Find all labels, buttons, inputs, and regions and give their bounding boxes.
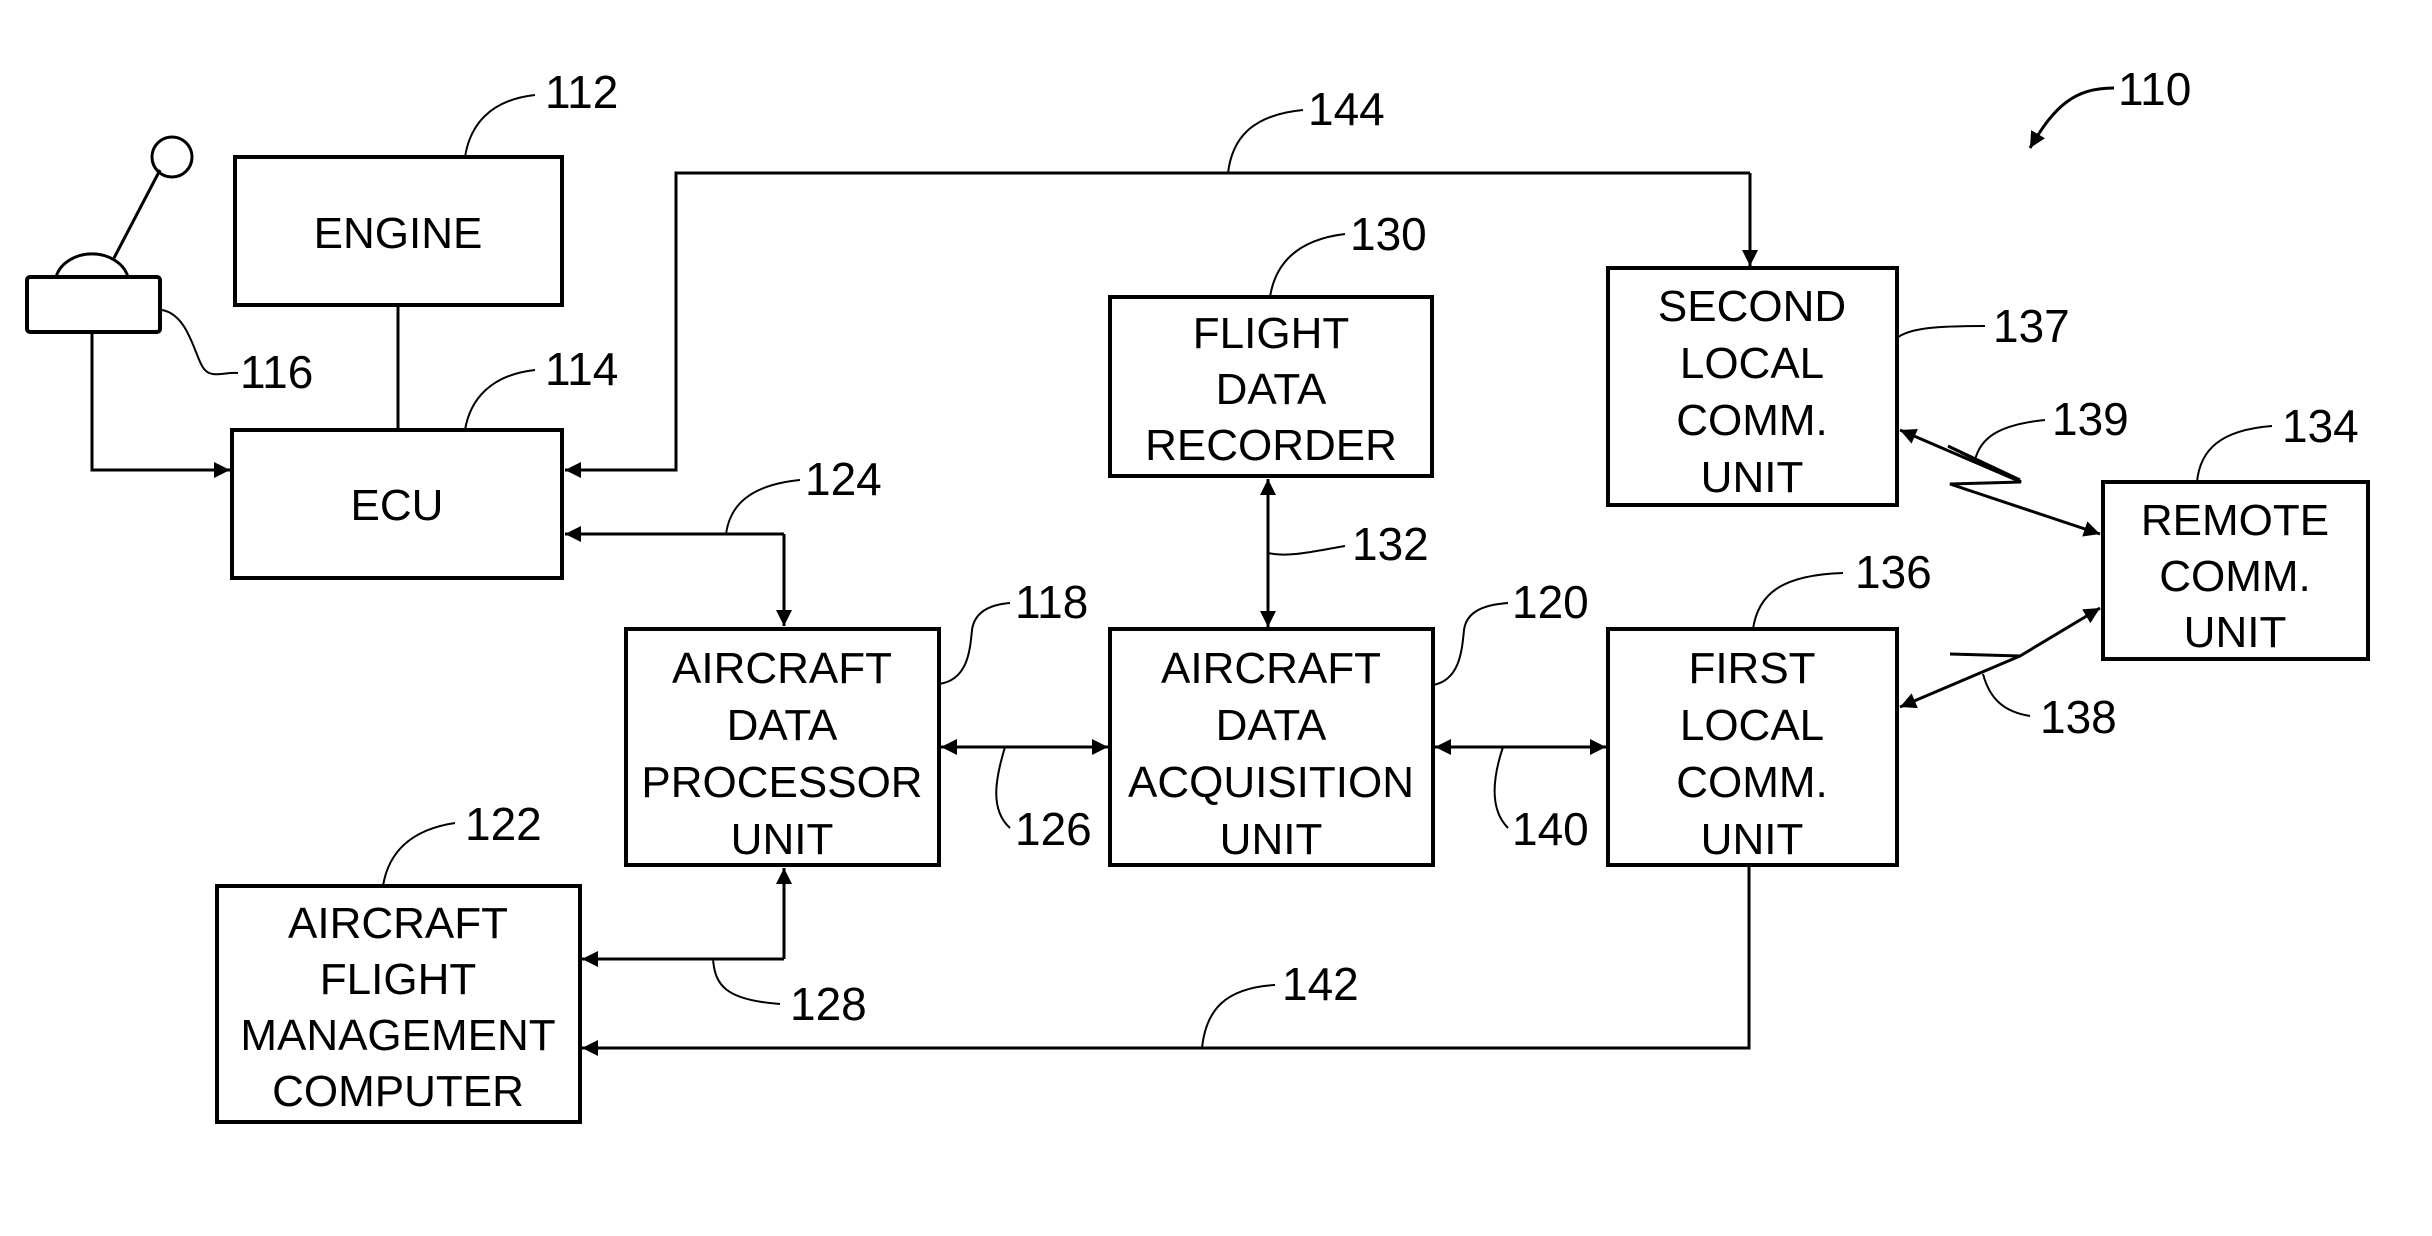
- first-local-label-3: COMM.: [1676, 758, 1828, 807]
- ada-label-3: ACQUISITION: [1128, 758, 1414, 807]
- throttle-lever: [25, 135, 194, 334]
- afmc-label-3: MANAGEMENT: [240, 1011, 555, 1060]
- afmc-label-2: FLIGHT: [320, 955, 476, 1004]
- ada-label-2: DATA: [1216, 701, 1327, 750]
- ada-label-1: AIRCRAFT: [1161, 644, 1381, 693]
- ref-110: 110: [2118, 63, 2191, 115]
- afmc-label-1: AIRCRAFT: [288, 899, 508, 948]
- throttle-knob: [150, 135, 194, 179]
- leader-142: [1201, 984, 1276, 1049]
- afmc-label-4: COMPUTER: [272, 1067, 524, 1116]
- throttle-base: [25, 275, 162, 334]
- leader-112: [464, 94, 536, 158]
- ref-136: 136: [1855, 546, 1932, 598]
- leader-137: [1896, 325, 1986, 339]
- fdr-label-3: RECORDER: [1145, 421, 1397, 470]
- ada-block: AIRCRAFT DATA ACQUISITION UNIT: [1108, 627, 1435, 867]
- leader-136: [1752, 572, 1844, 630]
- leader-134: [2196, 425, 2273, 483]
- remote-label-2: COMM.: [2159, 552, 2311, 601]
- ref-139: 139: [2052, 393, 2129, 445]
- leader-116: [161, 309, 239, 376]
- afmc-block: AIRCRAFT FLIGHT MANAGEMENT COMPUTER: [215, 884, 582, 1124]
- first-local-label-4: UNIT: [1701, 815, 1804, 864]
- ref-134: 134: [2282, 400, 2359, 452]
- ref-130: 130: [1350, 208, 1427, 260]
- adp-label-4: UNIT: [731, 815, 834, 864]
- second-local-block: SECOND LOCAL COMM. UNIT: [1606, 266, 1899, 507]
- throttle-stick: [112, 169, 162, 259]
- engine-block: ENGINE: [233, 155, 564, 307]
- throttle-dome: [54, 252, 130, 278]
- leader-124: [725, 479, 801, 535]
- leader-114: [464, 369, 536, 431]
- ref-118: 118: [1015, 576, 1088, 628]
- ref-128: 128: [790, 978, 867, 1030]
- engine-label: ENGINE: [314, 209, 483, 258]
- ref-116: 116: [240, 346, 313, 398]
- first-local-block: FIRST LOCAL COMM. UNIT: [1606, 627, 1899, 867]
- remote-block: REMOTE COMM. UNIT: [2101, 480, 2370, 661]
- leader-118: [938, 602, 1011, 685]
- ref-138: 138: [2040, 691, 2117, 743]
- figure-ref-arrow: [2028, 86, 2115, 149]
- ecu-label: ECU: [351, 481, 444, 530]
- link-142: [582, 865, 1751, 1056]
- leader-128: [712, 958, 781, 1005]
- ref-126: 126: [1015, 803, 1092, 855]
- remote-label-3: UNIT: [2184, 608, 2287, 657]
- adp-label-3: PROCESSOR: [641, 758, 922, 807]
- throttle-to-ecu-line: [90, 332, 230, 478]
- wireless-link-139: [1899, 428, 2101, 537]
- ada-label-4: UNIT: [1220, 815, 1323, 864]
- ref-144: 144: [1308, 83, 1385, 135]
- leader-140: [1493, 746, 1509, 829]
- ref-120: 120: [1512, 576, 1589, 628]
- leader-144: [1227, 109, 1304, 174]
- leader-120: [1432, 602, 1509, 686]
- second-local-label-1: SECOND: [1658, 282, 1846, 331]
- second-local-label-2: LOCAL: [1680, 339, 1824, 388]
- ref-137: 137: [1993, 300, 2070, 352]
- leader-130: [1269, 233, 1346, 298]
- second-local-label-3: COMM.: [1676, 396, 1828, 445]
- second-local-label-4: UNIT: [1701, 453, 1804, 502]
- adp-label-1: AIRCRAFT: [672, 644, 892, 693]
- ref-140: 140: [1512, 803, 1589, 855]
- first-local-label-1: FIRST: [1688, 644, 1815, 693]
- ecu-block: ECU: [230, 428, 564, 580]
- leader-132: [1267, 545, 1346, 556]
- ref-112: 112: [545, 66, 618, 118]
- ref-114: 114: [545, 343, 618, 395]
- adp-label-2: DATA: [727, 701, 838, 750]
- ref-142: 142: [1282, 958, 1359, 1010]
- patent-block-diagram: 116 ENGINE 112 ECU 114 144 110 124 AIRCR…: [25, 63, 2370, 1124]
- fdr-label-1: FLIGHT: [1193, 309, 1349, 358]
- remote-label-1: REMOTE: [2141, 496, 2329, 545]
- leader-126: [995, 746, 1011, 829]
- leader-139: [1974, 419, 2046, 461]
- ref-132: 132: [1352, 518, 1429, 570]
- first-local-label-2: LOCAL: [1680, 701, 1824, 750]
- ref-122: 122: [465, 798, 542, 850]
- ref-124: 124: [805, 453, 882, 505]
- fdr-label-2: DATA: [1216, 365, 1327, 414]
- fdr-block: FLIGHT DATA RECORDER: [1108, 295, 1434, 478]
- leader-122: [382, 822, 456, 887]
- leader-138: [1982, 673, 2031, 717]
- adp-block: AIRCRAFT DATA PROCESSOR UNIT: [624, 627, 941, 867]
